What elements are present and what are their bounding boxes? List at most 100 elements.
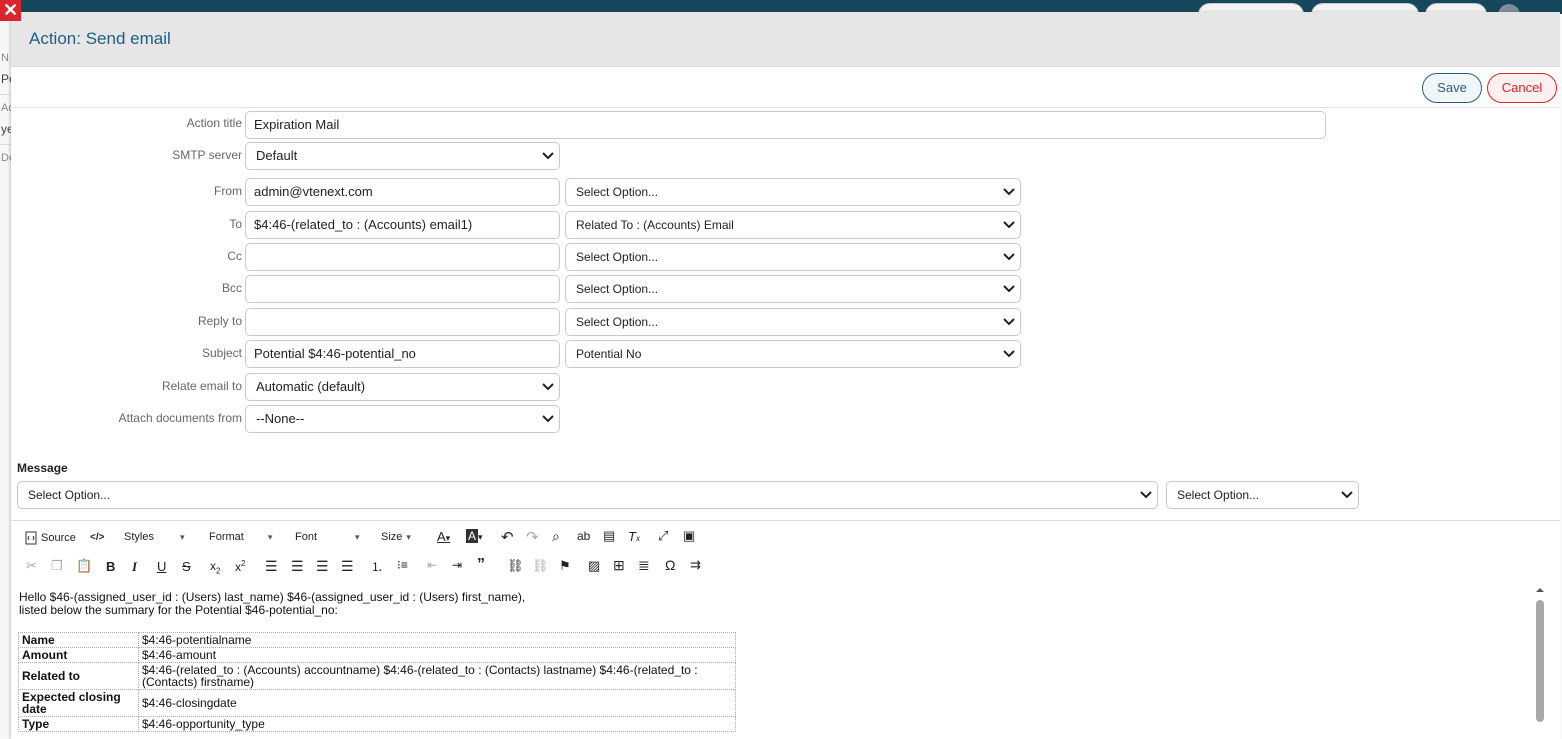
background-fragment: N [1,52,9,64]
find-icon[interactable]: ⌕ [552,528,560,545]
chevron-down-icon [542,152,554,160]
table-cell-value: $4:46-closingdate [138,689,736,717]
table-row: Type $4:46-opportunity_type [18,716,736,732]
table-cell-key: Amount [18,647,139,663]
outdent-icon: ⇤ [427,558,438,572]
bcc-field-select[interactable]: Select Option... [565,275,1021,303]
font-label: Font [295,531,318,543]
chevron-down-icon [542,415,554,423]
undo-icon[interactable]: ↶ [501,528,514,546]
reply-to-input[interactable] [245,308,560,336]
action-title-label: Action title [186,116,242,130]
anchor-flag-icon[interactable]: ⚑ [559,558,571,574]
scroll-up-arrow-icon[interactable] [1535,585,1545,595]
special-character-icon[interactable]: Ω [665,557,675,573]
from-field-select[interactable]: Select Option... [565,178,1021,206]
relate-email-value: Automatic (default) [256,379,366,394]
redo-icon: ↷ [526,529,539,546]
chevron-down-icon [542,383,554,391]
send-email-dialog: Action: Send email Save Cancel Action ti… [11,12,1560,739]
from-input[interactable]: admin@vtenext.com [245,178,560,206]
superscript-icon[interactable]: x2 [235,559,245,574]
reply-to-field-select[interactable]: Select Option... [565,308,1021,336]
numbered-list-icon[interactable]: ⒈ [371,558,383,575]
relate-email-select[interactable]: Automatic (default) [245,373,560,401]
format-label: Format [209,531,244,543]
table-row: Related to $4:46-(related_to : (Accounts)… [18,662,736,690]
source-icon[interactable] [24,531,38,545]
cc-field-value: Select Option... [576,250,659,264]
message-subfield-select[interactable]: Select Option... [1166,481,1359,509]
table-icon[interactable]: ⊞ [613,557,625,574]
to-field-select[interactable]: Related To : (Accounts) Email [565,211,1021,239]
format-dropdown[interactable]: Format ▾ [209,531,272,543]
smtp-server-label: SMTP server [172,148,242,162]
dialog-action-bar: Save Cancel [11,67,1560,108]
chevron-down-icon [1341,491,1353,499]
close-dialog-icon[interactable]: ✕ [0,0,21,21]
dialog-header: Action: Send email [11,12,1560,67]
chevron-down-icon [1003,188,1015,196]
source-button[interactable]: Source [41,532,76,544]
save-button[interactable]: Save [1422,73,1482,103]
cancel-button[interactable]: Cancel [1487,73,1557,103]
styles-dropdown[interactable]: Styles ▾ [124,531,185,543]
editor-content[interactable]: Hello $46-(assigned_user_id : (Users) la… [19,591,525,617]
preview-icon[interactable]: ▣ [683,528,695,544]
subscript-icon[interactable]: x2 [210,559,220,575]
attach-documents-select[interactable]: --None-- [245,405,560,433]
cc-field-select[interactable]: Select Option... [565,243,1021,271]
font-dropdown[interactable]: Font ▾ [295,531,360,543]
replace-icon[interactable]: ab [577,529,590,543]
indent-icon[interactable]: ⇥ [452,558,462,572]
italic-icon[interactable]: I [132,559,137,575]
select-all-icon[interactable]: ▤ [603,528,615,544]
strikethrough-icon[interactable]: S [182,559,191,574]
bulleted-list-icon[interactable]: ⁝≡ [397,558,408,572]
bcc-field-value: Select Option... [576,282,659,296]
image-icon[interactable]: ▨ [588,558,600,574]
attach-documents-label: Attach documents from [118,411,242,425]
summary-intro-line: listed below the summary for the Potenti… [19,603,338,617]
remove-format-icon[interactable]: Tx [628,529,640,544]
action-title-input[interactable]: Expiration Mail [245,111,1326,139]
background-color-icon[interactable]: A ▾ [466,529,483,543]
table-cell-key: Related to [18,662,139,690]
cc-input[interactable] [245,243,560,271]
to-field-value: Related To : (Accounts) Email [576,218,734,232]
chevron-down-icon [1003,350,1015,358]
maximize-icon[interactable]: ⤢ [658,528,668,544]
styles-label: Styles [124,531,154,543]
align-center-icon[interactable]: ☰ [291,558,304,575]
message-field-select[interactable]: Select Option... [17,481,1158,509]
chevron-down-icon [1003,318,1015,326]
chevron-down-icon [1003,253,1015,261]
subject-field-select[interactable]: Potential No [565,340,1021,368]
chevron-down-icon [1003,221,1015,229]
size-dropdown[interactable]: Size ▾ [381,531,411,543]
page-break-icon[interactable]: ⇉ [690,557,701,573]
to-input[interactable]: $4:46-(related_to : (Accounts) email1) [245,211,560,239]
scrollbar-thumb[interactable] [1536,600,1544,722]
code-icon[interactable]: </> [90,532,104,543]
underline-icon[interactable]: U [157,559,166,574]
blockquote-icon[interactable]: ” [477,556,485,574]
text-color-icon[interactable]: A▾ [437,529,450,544]
align-right-icon[interactable]: ☰ [316,558,329,575]
smtp-server-select[interactable]: Default [245,142,560,170]
reply-to-label: Reply to [197,314,242,328]
table-cell-key: Name [18,632,139,648]
smtp-server-value: Default [256,148,298,163]
align-left-icon[interactable]: ☰ [265,558,278,575]
bcc-input[interactable] [245,275,560,303]
justify-icon[interactable]: ☰ [341,558,354,575]
subject-input[interactable]: Potential $4:46-potential_no [245,340,560,368]
paste-icon[interactable]: 📋 [76,558,92,574]
link-icon[interactable]: ⛓ [507,558,524,574]
table-cell-value: $4:46-(related_to : (Accounts) accountna… [138,662,736,690]
table-cell-value: $4:46-potentialname [138,632,736,648]
bold-icon[interactable]: B [106,559,115,574]
horizontal-line-icon[interactable]: ≣ [638,557,650,574]
table-cell-value: $4:46-opportunity_type [138,716,736,732]
from-label: From [214,184,242,198]
